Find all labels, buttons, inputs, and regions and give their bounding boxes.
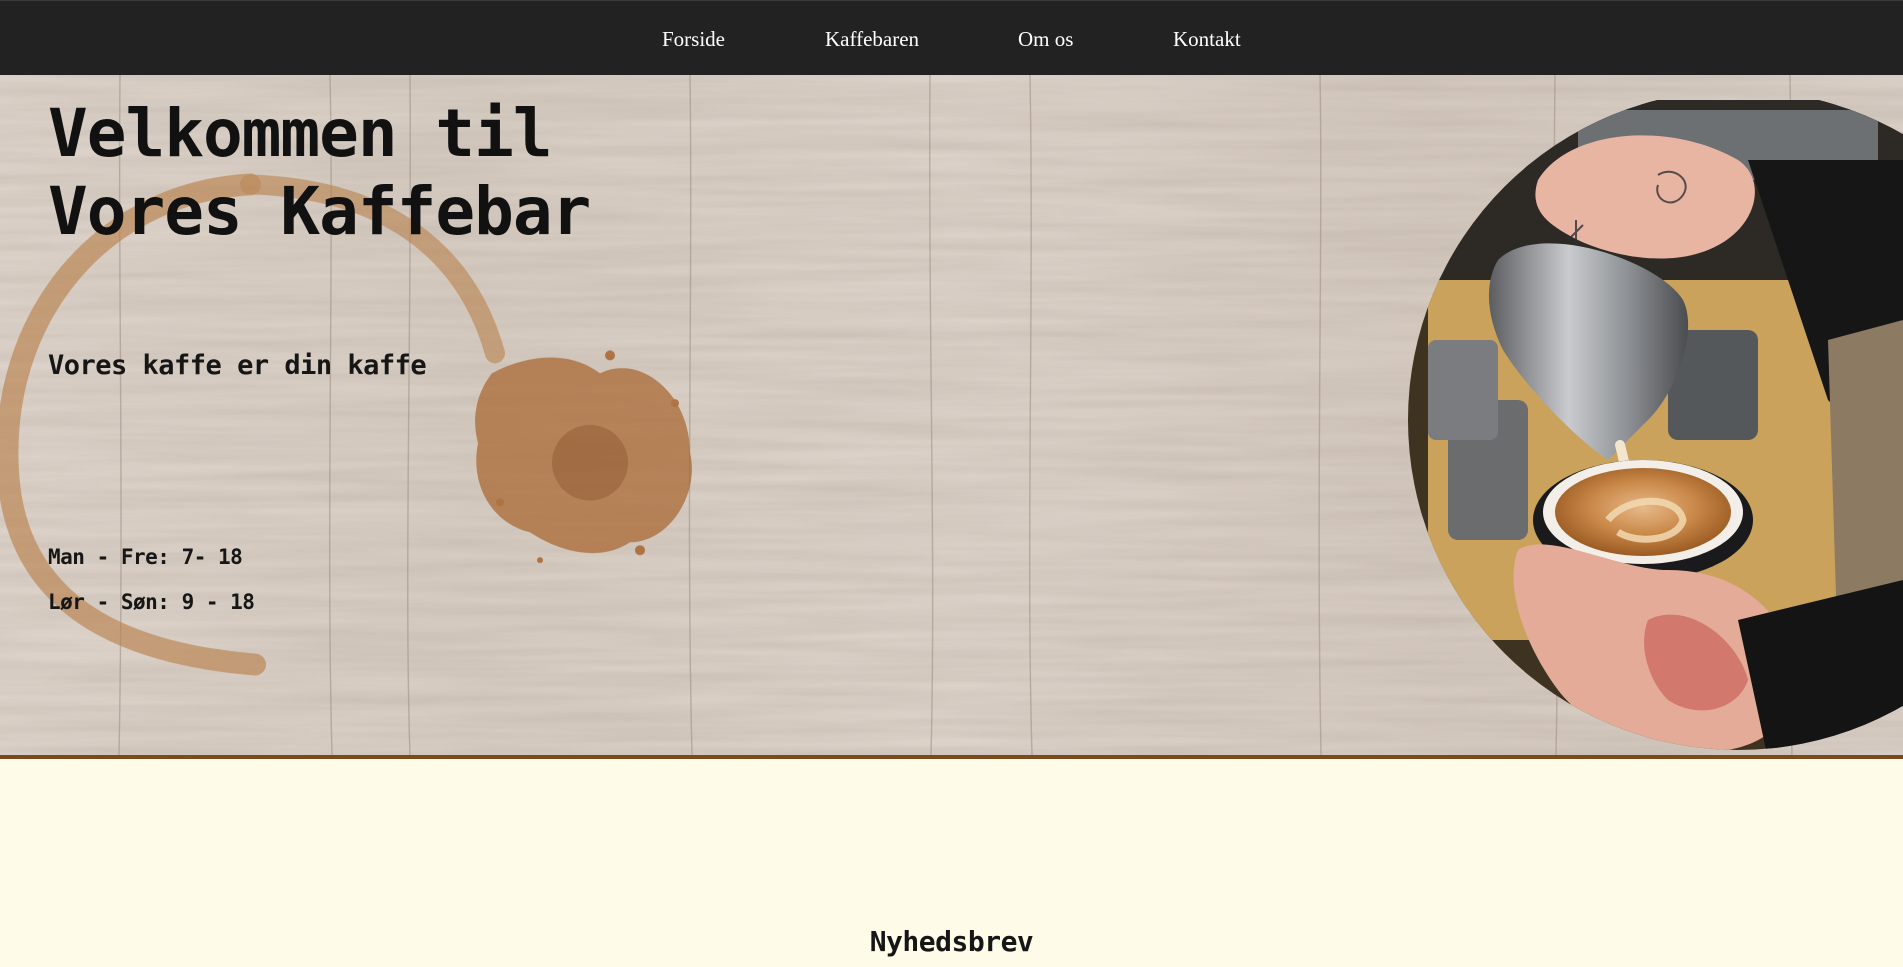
nav-link-om-os[interactable]: Om os bbox=[1018, 27, 1073, 52]
nav-link-kaffebaren[interactable]: Kaffebaren bbox=[825, 27, 919, 52]
hero-title: Velkommen til Vores Kaffebar bbox=[48, 95, 668, 251]
hours-weekdays: Man - Fre: 7- 18 bbox=[48, 545, 243, 569]
nav-list: Forside Kaffebaren Om os Kontakt bbox=[0, 1, 1903, 75]
newsletter-title: Nyhedsbrev bbox=[869, 925, 1034, 958]
opening-hours: Man - Fre: 7- 18 Lør - Søn: 9 - 18 bbox=[48, 545, 255, 635]
hero-title-line-2: Vores Kaffebar bbox=[48, 173, 591, 250]
hours-weekend: Lør - Søn: 9 - 18 bbox=[48, 590, 255, 614]
hero-title-line-1: Velkommen til bbox=[48, 95, 553, 172]
top-navigation: Forside Kaffebaren Om os Kontakt bbox=[0, 0, 1903, 75]
hero-tagline: Vores kaffe er din kaffe bbox=[48, 350, 427, 381]
latte-art-pour-image bbox=[1408, 100, 1903, 750]
hero-section: Velkommen til Vores Kaffebar Vores kaffe… bbox=[0, 75, 1903, 759]
nav-link-kontakt[interactable]: Kontakt bbox=[1173, 27, 1241, 52]
nav-link-forside[interactable]: Forside bbox=[662, 27, 725, 52]
